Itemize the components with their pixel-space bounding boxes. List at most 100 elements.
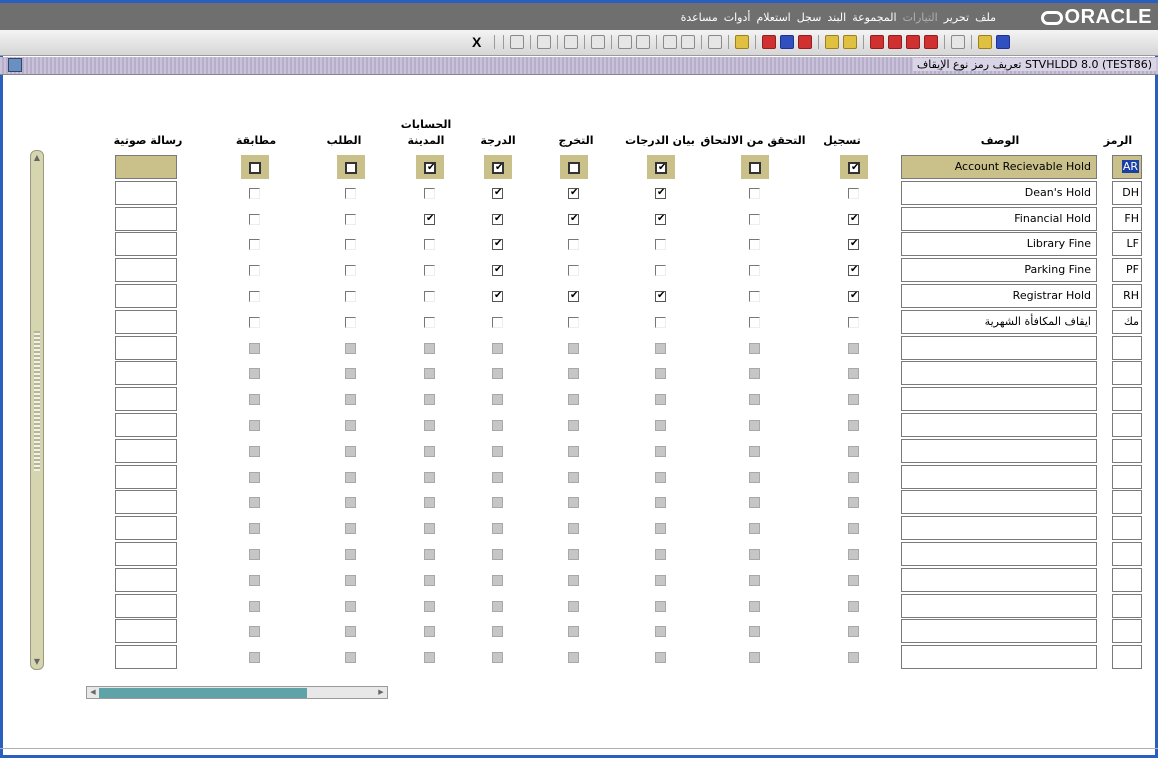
- code-field[interactable]: [1112, 387, 1142, 412]
- menu-item-8[interactable]: مساعدة: [681, 11, 718, 24]
- voice-message-field[interactable]: [115, 258, 177, 283]
- enrollment-verification-checkbox[interactable]: [749, 497, 760, 509]
- code-field[interactable]: [1112, 464, 1142, 489]
- grades-statement-checkbox[interactable]: [655, 549, 666, 560]
- enrollment-verification-checkbox[interactable]: [749, 187, 760, 199]
- voice-message-field[interactable]: [115, 232, 177, 257]
- description-field[interactable]: [901, 490, 1097, 515]
- grade-checkbox[interactable]: ✔: [492, 264, 503, 277]
- graduation-checkbox[interactable]: [568, 471, 579, 483]
- voice-message-field[interactable]: [115, 206, 177, 231]
- compliance-checkbox[interactable]: [249, 600, 260, 612]
- code-field[interactable]: PF: [1112, 258, 1142, 283]
- application-checkbox[interactable]: [345, 265, 356, 277]
- code-field[interactable]: AR: [1112, 155, 1142, 179]
- accounts-receivable-checkbox[interactable]: [424, 420, 435, 431]
- execute-query-icon[interactable]: [780, 35, 794, 49]
- grade-checkbox[interactable]: [492, 574, 503, 586]
- enrollment-verification-checkbox[interactable]: [749, 471, 760, 483]
- description-field[interactable]: [901, 464, 1097, 489]
- application-checkbox[interactable]: [345, 420, 356, 431]
- code-field[interactable]: [1112, 516, 1142, 541]
- graduation-checkbox[interactable]: [568, 445, 579, 457]
- grades-statement-checkbox[interactable]: ✔: [655, 187, 666, 199]
- grade-checkbox[interactable]: [492, 342, 503, 354]
- voice-message-field[interactable]: [115, 413, 177, 437]
- code-field[interactable]: [1112, 490, 1142, 515]
- grades-statement-checkbox[interactable]: [655, 574, 666, 586]
- grades-statement-checkbox[interactable]: [655, 342, 666, 354]
- compliance-checkbox[interactable]: [249, 368, 260, 380]
- application-checkbox[interactable]: [345, 316, 356, 328]
- application-checkbox[interactable]: [345, 394, 356, 406]
- graduation-checkbox[interactable]: [568, 162, 580, 174]
- duplicate-icon[interactable]: [906, 35, 920, 49]
- clear-record-icon[interactable]: [663, 35, 677, 49]
- grade-checkbox[interactable]: ✔: [492, 162, 504, 174]
- description-field[interactable]: [901, 542, 1097, 566]
- voice-message-field[interactable]: [115, 284, 177, 308]
- application-checkbox[interactable]: [345, 291, 356, 302]
- grade-checkbox[interactable]: [492, 523, 503, 535]
- compliance-checkbox[interactable]: [249, 626, 260, 638]
- registration-checkbox[interactable]: [848, 471, 859, 483]
- registration-checkbox[interactable]: [848, 600, 859, 612]
- application-checkbox[interactable]: [345, 626, 356, 638]
- remove-record-icon[interactable]: [681, 35, 695, 49]
- next-record-icon[interactable]: [825, 35, 839, 49]
- application-checkbox[interactable]: [345, 368, 356, 380]
- accounts-receivable-checkbox[interactable]: [424, 497, 435, 509]
- registration-checkbox[interactable]: [848, 368, 859, 380]
- grade-checkbox[interactable]: [492, 316, 503, 328]
- scroll-right-icon[interactable]: ▶: [376, 687, 386, 698]
- graduation-checkbox[interactable]: [568, 368, 579, 380]
- accounts-receivable-checkbox[interactable]: [424, 187, 435, 199]
- voice-message-field[interactable]: [115, 567, 177, 592]
- code-field[interactable]: [1112, 542, 1142, 566]
- scroll-left-icon[interactable]: ◀: [88, 687, 98, 698]
- accounts-receivable-checkbox[interactable]: [424, 523, 435, 535]
- grades-statement-checkbox[interactable]: [655, 368, 666, 380]
- registration-checkbox[interactable]: [848, 342, 859, 354]
- registration-checkbox[interactable]: [848, 394, 859, 406]
- compliance-checkbox[interactable]: [249, 497, 260, 509]
- registration-checkbox[interactable]: [848, 626, 859, 638]
- rollback-icon[interactable]: [978, 35, 992, 49]
- compliance-checkbox[interactable]: [249, 162, 261, 174]
- menu-item-6[interactable]: استعلام: [756, 11, 790, 24]
- registration-checkbox[interactable]: [848, 523, 859, 535]
- insert-record-icon[interactable]: [564, 35, 578, 49]
- compliance-checkbox[interactable]: [249, 523, 260, 535]
- description-field[interactable]: Financial Hold: [901, 206, 1097, 231]
- document-icon[interactable]: [951, 35, 965, 49]
- description-field[interactable]: [901, 645, 1097, 670]
- compliance-checkbox[interactable]: [249, 265, 260, 277]
- code-field[interactable]: DH: [1112, 180, 1142, 205]
- registration-checkbox[interactable]: [848, 652, 859, 664]
- description-field[interactable]: [901, 593, 1097, 618]
- enrollment-verification-checkbox[interactable]: [749, 652, 760, 664]
- application-checkbox[interactable]: [345, 497, 356, 509]
- enrollment-verification-checkbox[interactable]: [749, 394, 760, 406]
- accounts-receivable-checkbox[interactable]: [424, 445, 435, 457]
- grades-statement-checkbox[interactable]: [655, 652, 666, 664]
- graduation-checkbox[interactable]: [568, 497, 579, 509]
- accounts-receivable-checkbox[interactable]: [424, 291, 435, 302]
- application-checkbox[interactable]: [345, 239, 356, 251]
- description-field[interactable]: [901, 361, 1097, 386]
- code-field[interactable]: [1112, 619, 1142, 644]
- registration-checkbox[interactable]: [848, 420, 859, 431]
- code-field[interactable]: [1112, 645, 1142, 670]
- grade-checkbox[interactable]: [492, 368, 503, 380]
- description-field[interactable]: [901, 516, 1097, 541]
- registration-checkbox[interactable]: [848, 445, 859, 457]
- code-field[interactable]: LF: [1112, 232, 1142, 257]
- enrollment-verification-checkbox[interactable]: [749, 213, 760, 225]
- voice-message-field[interactable]: [115, 490, 177, 515]
- code-field[interactable]: RH: [1112, 284, 1142, 308]
- graduation-checkbox[interactable]: ✔: [568, 213, 579, 225]
- graduation-checkbox[interactable]: [568, 342, 579, 354]
- grades-statement-checkbox[interactable]: [655, 600, 666, 612]
- enrollment-verification-checkbox[interactable]: [749, 316, 760, 328]
- delete-icon[interactable]: [888, 35, 902, 49]
